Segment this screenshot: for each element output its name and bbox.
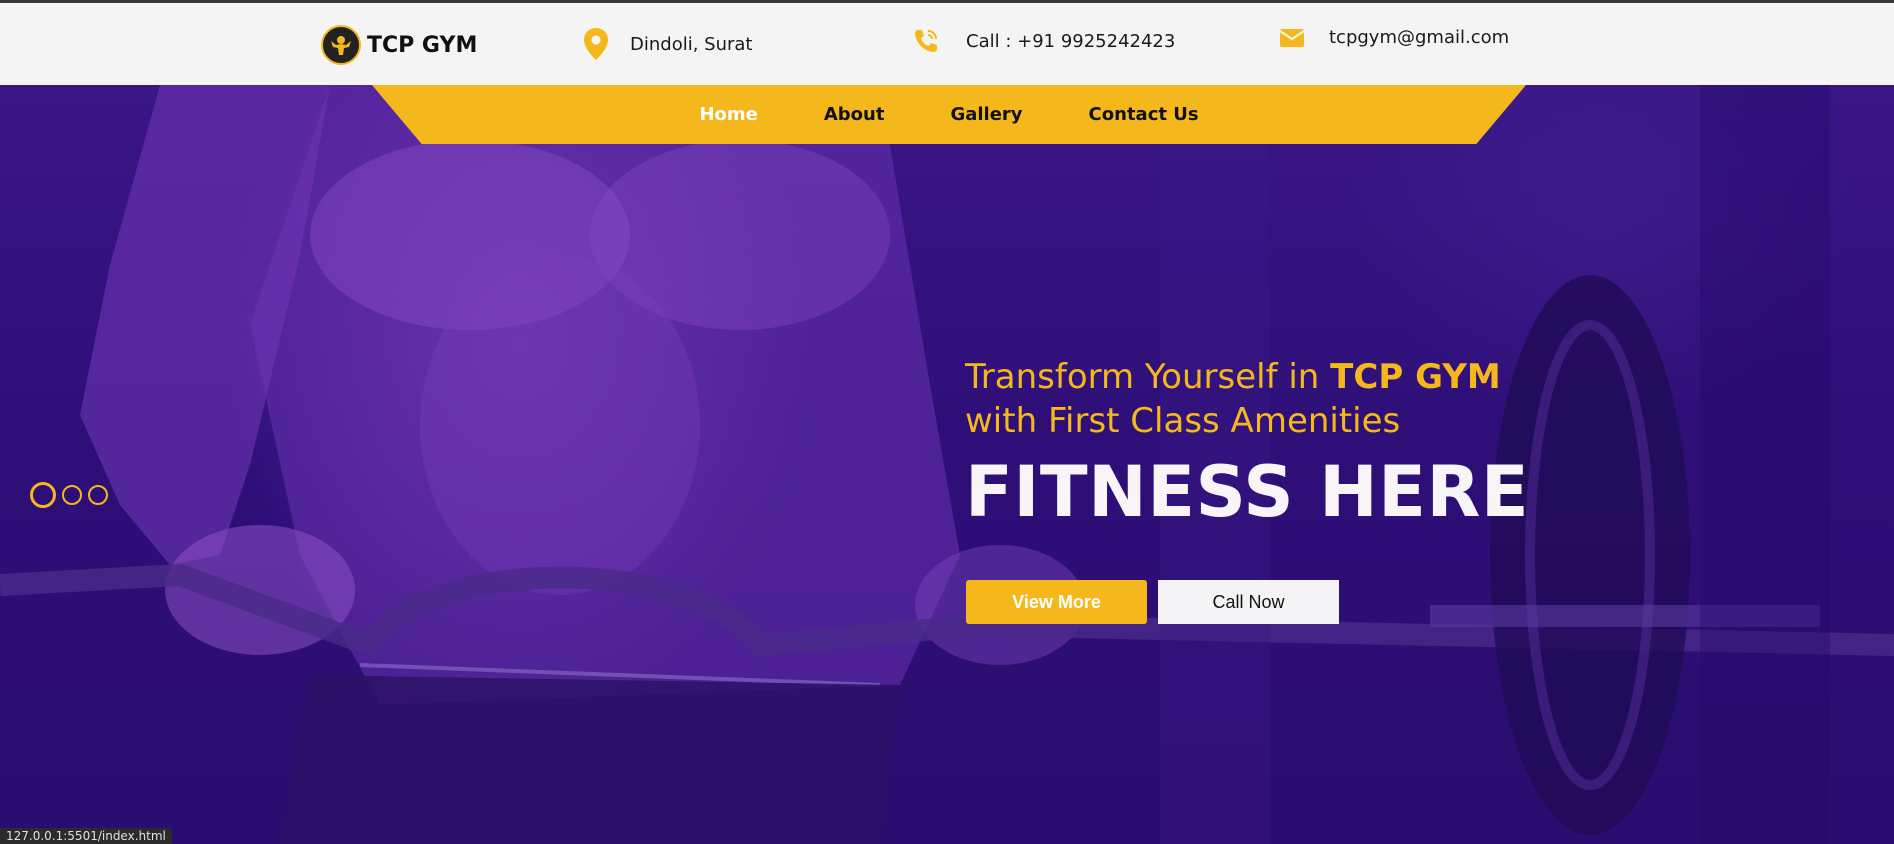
hero-caption: Transform Yourself in TCP GYM with First… [965,355,1665,533]
bodybuilder-logo-icon [321,25,361,65]
tagline-prefix: Transform Yourself in [965,357,1331,397]
hero-tagline-line2: with First Class Amenities [965,401,1401,441]
phone-icon [912,27,940,55]
brand[interactable]: TCP GYM [321,25,477,65]
nav-home[interactable]: Home [699,104,757,125]
nav-gallery[interactable]: Gallery [950,104,1022,125]
phone-info[interactable]: Call : +91 9925242423 [912,27,1175,55]
hero-tagline-line1: Transform Yourself in TCP GYM [965,355,1665,399]
nav-about[interactable]: About [824,104,885,125]
map-pin-icon [582,27,610,61]
view-more-button[interactable]: View More [966,580,1147,624]
location-text: Dindoli, Surat [630,33,753,55]
slider-dot-2[interactable] [62,485,82,505]
slider-dot-1[interactable] [30,482,56,508]
slider-indicators [30,482,108,508]
email-info[interactable]: tcpgym@gmail.com [1279,27,1509,48]
slider-dot-3[interactable] [88,485,108,505]
main-nav: Home About Gallery Contact Us [372,85,1526,144]
phone-text: Call : +91 9925242423 [966,30,1176,52]
tagline-brand: TCP GYM [1330,357,1501,397]
envelope-icon [1279,28,1305,48]
top-bar: TCP GYM Dindoli, Surat Call : +91 992524… [0,0,1894,85]
browser-status-url: 127.0.0.1:5501/index.html [0,828,172,844]
hero-headline: FITNESS HERE [965,451,1530,533]
call-now-button[interactable]: Call Now [1158,580,1339,624]
brand-name: TCP GYM [367,32,478,58]
nav-contact-us[interactable]: Contact Us [1089,104,1199,125]
email-text: tcpgym@gmail.com [1329,27,1510,48]
location-info: Dindoli, Surat [582,27,752,61]
